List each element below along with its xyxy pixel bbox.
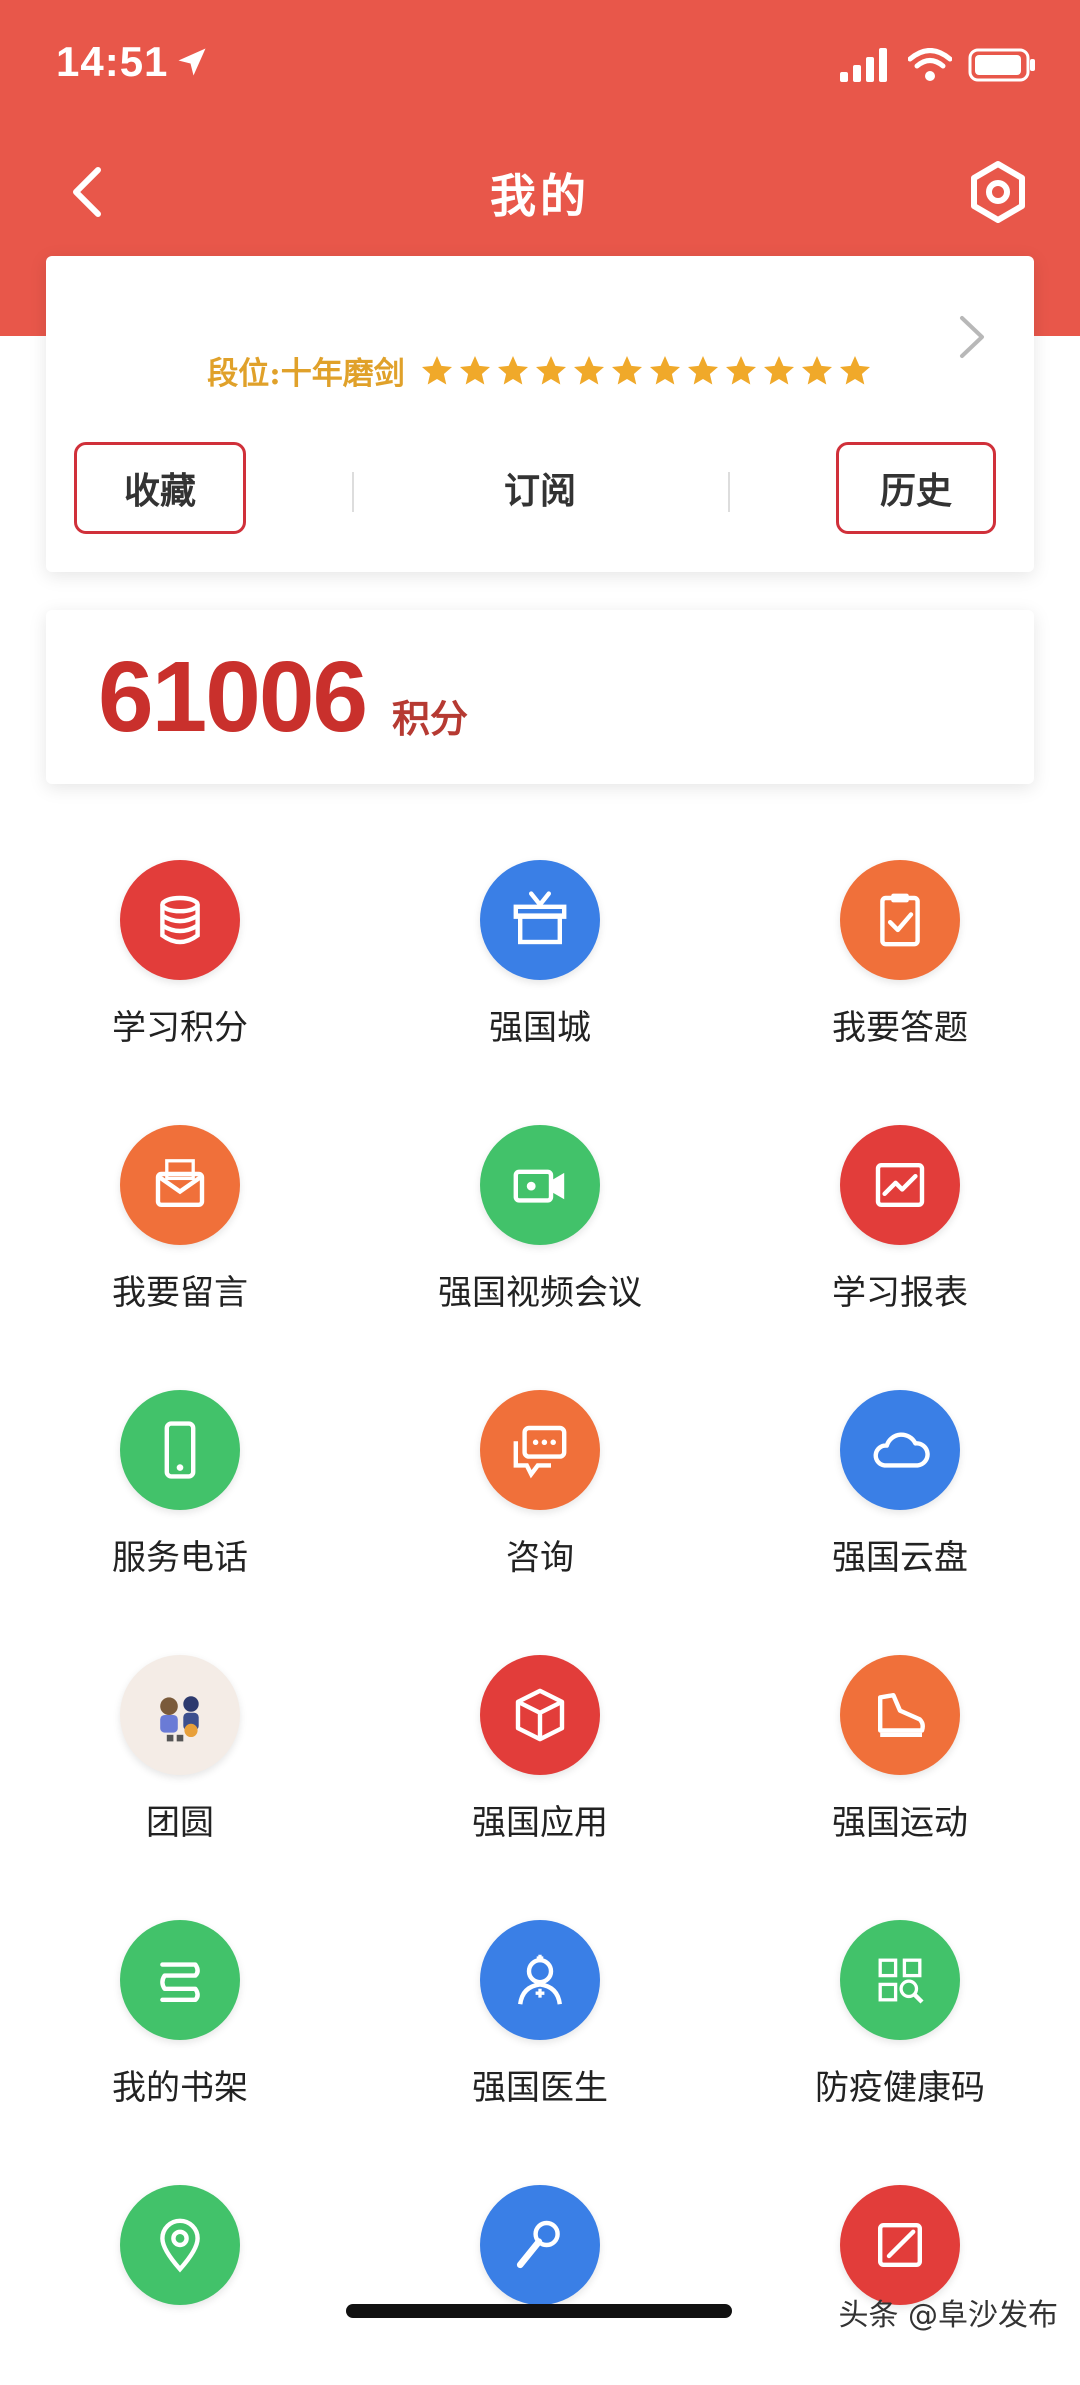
location-arrow-icon: [178, 48, 206, 76]
menu-item[interactable]: 我要答题: [750, 860, 1050, 1060]
clipboard-check-icon: [840, 860, 960, 980]
menu-item-label: 我要答题: [832, 1008, 968, 1048]
menu-item[interactable]: 强国云盘: [750, 1390, 1050, 1590]
signal-icon: [840, 48, 887, 82]
menu-item[interactable]: 强国运动: [750, 1655, 1050, 1855]
menu-item[interactable]: 服务电话: [30, 1390, 330, 1590]
menu-item[interactable]: [390, 2185, 690, 2385]
menu-item-label: 咨询: [506, 1538, 574, 1578]
favorites-button[interactable]: 收藏: [74, 442, 246, 534]
star-icon: [763, 355, 794, 384]
chart-report-icon: [840, 1125, 960, 1245]
cube-icon: [480, 1655, 600, 1775]
menu-item[interactable]: 学习积分: [30, 860, 330, 1060]
status-bar: 14:51: [0, 0, 1080, 130]
points-value: 61006: [98, 641, 368, 753]
menu-item[interactable]: 强国城: [390, 860, 690, 1060]
database-icon: [120, 860, 240, 980]
bookshelf-icon: [120, 1920, 240, 2040]
menu-item-label: 服务电话: [112, 1538, 248, 1578]
video-camera-icon: [480, 1125, 600, 1245]
star-icon: [497, 355, 528, 384]
star-icon: [801, 355, 832, 384]
cloud-icon: [840, 1390, 960, 1510]
menu-item[interactable]: 强国应用: [390, 1655, 690, 1855]
star-icon: [421, 355, 452, 384]
sneaker-icon: [840, 1655, 960, 1775]
status-time: 14:51: [56, 38, 169, 85]
qr-scan-icon: [840, 1920, 960, 2040]
menu-item[interactable]: 强国视频会议: [390, 1125, 690, 1325]
menu-item-label: 强国视频会议: [438, 1273, 642, 1313]
menu-item[interactable]: 防疫健康码: [750, 1920, 1050, 2120]
navigation-bar: 我的: [0, 140, 1080, 240]
watermark: 头条 @阜沙发布: [838, 2298, 1058, 2333]
menu-item-label: 防疫健康码: [815, 2068, 985, 2108]
menu-item-label: 强国运动: [832, 1803, 968, 1843]
family-illustration-icon: [120, 1655, 240, 1775]
star-icon: [649, 355, 680, 384]
menu-item[interactable]: [750, 2185, 1050, 2385]
star-icon: [535, 355, 566, 384]
history-button[interactable]: 历史: [836, 442, 996, 534]
battery-icon: [968, 48, 1035, 82]
menu-item-label: 强国云盘: [832, 1538, 968, 1578]
home-indicator: [346, 2304, 732, 2318]
menu-item[interactable]: 学习报表: [750, 1125, 1050, 1325]
doctor-icon: [480, 1920, 600, 2040]
star-icon: [687, 355, 718, 384]
menu-item-label: 我的书架: [112, 2068, 248, 2108]
rank-label: 段位:十年磨剑: [207, 356, 405, 392]
subscriptions-button[interactable]: 订阅: [454, 442, 626, 534]
menu-item[interactable]: 团圆: [30, 1655, 330, 1855]
menu-item-label: 强国医生: [472, 2068, 608, 2108]
menu-item-label: 学习积分: [112, 1008, 248, 1048]
divider: [728, 472, 730, 512]
rank-row: 段位:十年磨剑: [46, 348, 1034, 393]
page-title: 我的: [490, 169, 590, 223]
menu-item[interactable]: 我要留言: [30, 1125, 330, 1325]
menu-item-label: 强国应用: [472, 1803, 608, 1843]
menu-item-label: 团圆: [146, 1803, 214, 1843]
profile-card[interactable]: 段位:十年磨剑 收藏 订阅 历史: [46, 256, 1034, 572]
edit-icon: [840, 2185, 960, 2305]
menu-item-label: 强国城: [489, 1008, 591, 1048]
star-icon: [459, 355, 490, 384]
menu-item[interactable]: 我的书架: [30, 1920, 330, 2120]
wifi-icon: [908, 48, 952, 81]
menu-item[interactable]: 强国医生: [390, 1920, 690, 2120]
envelope-icon: [120, 1125, 240, 1245]
menu-item-label: 我要留言: [112, 1273, 248, 1313]
menu-item[interactable]: [30, 2185, 330, 2385]
location-pin-icon: [120, 2185, 240, 2305]
menu-item-label: 学习报表: [832, 1273, 968, 1313]
star-icon: [839, 355, 870, 384]
star-icon: [611, 355, 642, 384]
divider: [352, 472, 354, 512]
rank-stars: [419, 353, 873, 389]
points-unit: 积分: [392, 696, 469, 741]
microphone-icon: [480, 2185, 600, 2305]
quick-links: 收藏 订阅 历史: [46, 442, 1034, 542]
gift-box-icon: [480, 860, 600, 980]
star-icon: [725, 355, 756, 384]
star-icon: [573, 355, 604, 384]
menu-item[interactable]: 咨询: [390, 1390, 690, 1590]
points-card[interactable]: 61006 积分: [46, 610, 1034, 784]
chat-bubbles-icon: [480, 1390, 600, 1510]
phone-icon: [120, 1390, 240, 1510]
settings-icon[interactable]: [966, 160, 1030, 224]
